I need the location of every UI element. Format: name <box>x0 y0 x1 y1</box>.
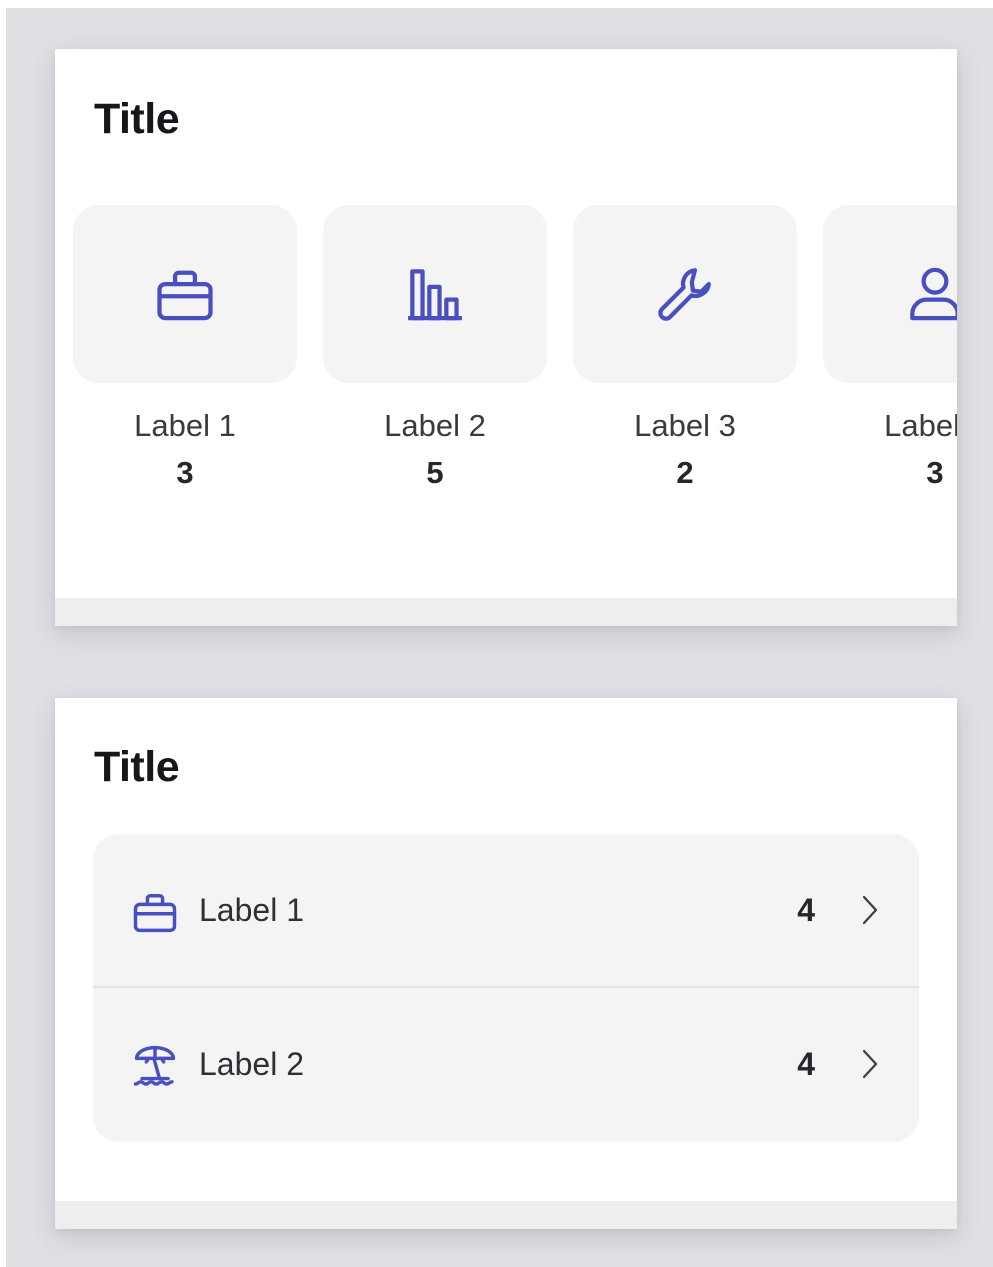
tile-label: Label 3 <box>634 408 736 443</box>
tile-label: Label 4 <box>884 408 957 443</box>
card-footer-strip <box>55 1201 957 1229</box>
tile-icon-box <box>323 205 547 383</box>
list-item-label: Label 2 <box>199 1046 304 1082</box>
wrench-icon <box>658 268 711 321</box>
person-icon <box>910 267 957 321</box>
section-title: Title <box>94 95 180 143</box>
tile-item-label-3[interactable]: Label 3 2 <box>573 205 797 505</box>
tile-label: Label 1 <box>134 408 236 443</box>
list-item-count: 4 <box>797 892 815 928</box>
card-footer-strip <box>55 598 957 626</box>
chevron-right-icon <box>862 895 878 925</box>
briefcase-icon <box>133 894 177 933</box>
tile-item-label-2[interactable]: Label 2 5 <box>323 205 547 505</box>
tile-label: Label 2 <box>384 408 486 443</box>
section-title: Title <box>94 743 180 791</box>
bar-chart-icon <box>408 269 462 321</box>
list-item-label-2[interactable]: Label 2 4 <box>93 988 919 1140</box>
tile-item-label-4[interactable]: Label 4 3 <box>823 205 957 505</box>
tile-icon-box <box>823 205 957 383</box>
tile-count: 3 <box>176 455 194 490</box>
tile-count: 5 <box>426 455 444 490</box>
category-list: Label 1 4 Label 2 4 <box>93 834 919 1142</box>
category-list-card: Title Label 1 4 Label 2 4 <box>55 698 957 1229</box>
briefcase-icon <box>157 270 213 321</box>
category-tiles-card: Title Label 1 3 Label 2 5 Label 3 2 Labe… <box>55 49 957 626</box>
tile-count: 2 <box>676 455 694 490</box>
list-item-label-1[interactable]: Label 1 4 <box>93 834 919 986</box>
tile-icon-box <box>573 205 797 383</box>
tile-item-label-1[interactable]: Label 1 3 <box>73 205 297 505</box>
chevron-right-icon <box>862 1049 878 1079</box>
list-item-label: Label 1 <box>199 892 304 928</box>
beach-umbrella-icon <box>133 1045 176 1086</box>
tile-icon-box <box>73 205 297 383</box>
tile-carousel[interactable]: Label 1 3 Label 2 5 Label 3 2 Label 3 <box>73 205 957 505</box>
tile-count: 3 <box>926 455 944 490</box>
list-item-count: 4 <box>797 1046 815 1082</box>
